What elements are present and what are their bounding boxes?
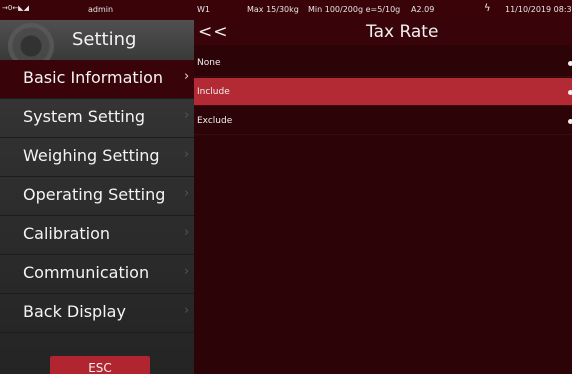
chevron-right-icon: ›: [184, 225, 190, 240]
chevron-right-icon: ›: [184, 147, 190, 162]
sidebar-title: Setting: [72, 29, 137, 50]
sidebar-header: Setting: [0, 20, 194, 69]
radio-dot-icon: [568, 90, 572, 95]
sidebar-item-label: System Setting: [23, 107, 146, 126]
zero-tare-icons: →0←◣◢: [2, 4, 29, 12]
chevron-right-icon: ›: [184, 108, 190, 123]
sidebar-item-basic-information[interactable]: Basic Information ›: [0, 60, 194, 99]
chevron-right-icon: ›: [184, 303, 190, 318]
lightning-icon: ϟ: [484, 3, 491, 14]
option-label: None: [197, 58, 221, 68]
sidebar-item-communication[interactable]: Communication ›: [0, 255, 194, 294]
option-include[interactable]: Include: [194, 78, 572, 106]
firmware-version: A2.09: [411, 5, 435, 14]
sidebar-item-label: Operating Setting: [23, 185, 166, 204]
chevron-right-icon: ›: [184, 69, 190, 84]
option-none[interactable]: None: [194, 49, 572, 77]
sidebar-item-label: Communication: [23, 263, 150, 282]
option-label: Exclude: [197, 116, 233, 126]
sidebar-item-weighing-setting[interactable]: Weighing Setting ›: [0, 138, 194, 177]
option-exclude[interactable]: Exclude: [194, 107, 572, 135]
min-capacity: Min 100/200g e=5/10g: [308, 5, 401, 14]
user-name: admin: [88, 5, 114, 14]
sidebar-item-label: Weighing Setting: [23, 146, 160, 165]
sidebar-item-back-display[interactable]: Back Display ›: [0, 294, 194, 333]
sidebar-item-label: Calibration: [23, 224, 111, 243]
esc-button[interactable]: ESC: [50, 356, 150, 374]
max-capacity: Max 15/30kg: [247, 5, 299, 14]
sidebar-item-label: Back Display: [23, 302, 126, 321]
tax-rate-panel: << Tax Rate None Include Exclude: [194, 20, 572, 374]
radio-dot-icon: [568, 119, 572, 124]
chevron-right-icon: ›: [184, 264, 190, 279]
sidebar-item-system-setting[interactable]: System Setting ›: [0, 99, 194, 138]
option-label: Include: [197, 87, 230, 97]
status-bar: →0←◣◢ admin W1 Max 15/30kg Min 100/200g …: [0, 0, 572, 20]
settings-sidebar: Setting Basic Information › System Setti…: [0, 20, 194, 374]
radio-dot-icon: [568, 61, 572, 66]
chevron-right-icon: ›: [184, 186, 190, 201]
date-time: 11/10/2019 08:39: [505, 5, 572, 14]
back-button[interactable]: <<: [198, 22, 229, 42]
sidebar-item-label: Basic Information: [23, 68, 164, 87]
scale-id: W1: [197, 5, 210, 14]
sidebar-item-operating-setting[interactable]: Operating Setting ›: [0, 177, 194, 216]
sidebar-item-calibration[interactable]: Calibration ›: [0, 216, 194, 255]
panel-header: << Tax Rate: [194, 20, 572, 45]
page-title: Tax Rate: [366, 22, 439, 42]
